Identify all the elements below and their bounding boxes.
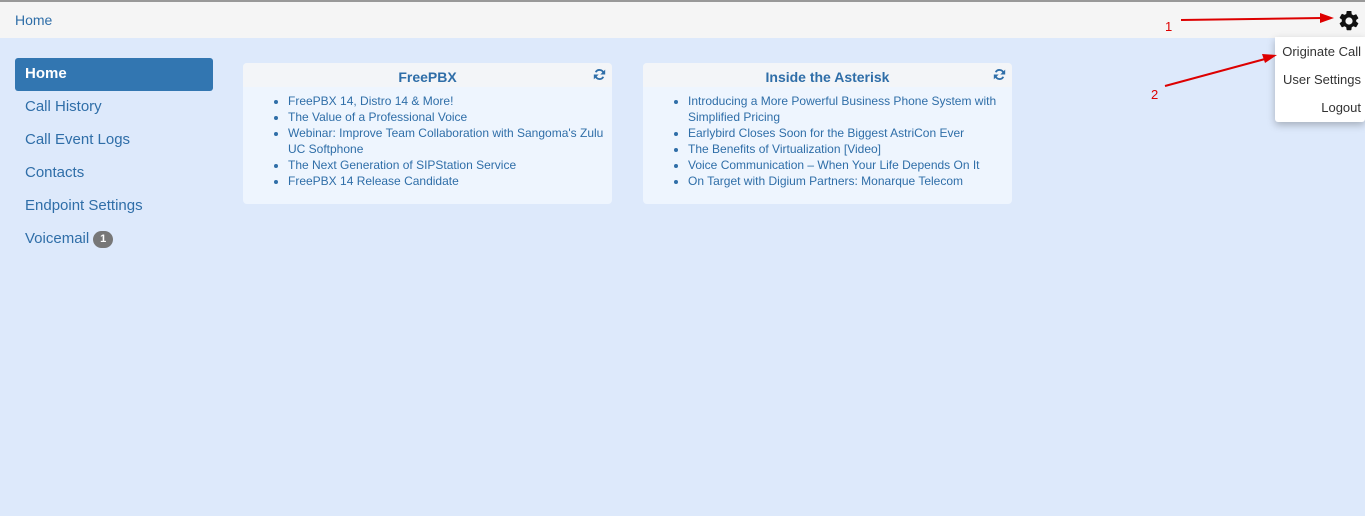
news-item: The Value of a Professional Voice	[288, 109, 606, 125]
news-link[interactable]: Earlybird Closes Soon for the Biggest As…	[688, 126, 964, 140]
sidebar-item-call-event-logs[interactable]: Call Event Logs	[15, 124, 213, 157]
sidebar-item-label: Home	[25, 65, 67, 82]
news-link[interactable]: On Target with Digium Partners: Monarque…	[688, 174, 963, 188]
news-link[interactable]: Voice Communication – When Your Life Dep…	[688, 158, 980, 172]
refresh-icon[interactable]	[993, 68, 1006, 81]
news-item: Introducing a More Powerful Business Pho…	[688, 93, 1006, 125]
settings-dropdown-menu: Originate Call User Settings Logout	[1275, 37, 1365, 122]
user-settings-menu-item[interactable]: User Settings	[1275, 66, 1365, 94]
voicemail-count-badge: 1	[93, 231, 114, 248]
annotation-label-2: 2	[1151, 87, 1159, 102]
logout-menu-item[interactable]: Logout	[1275, 94, 1365, 122]
news-link[interactable]: The Benefits of Virtualization [Video]	[688, 142, 881, 156]
sidebar-item-endpoint-settings[interactable]: Endpoint Settings	[15, 190, 213, 223]
sidebar-item-contacts[interactable]: Contacts	[15, 157, 213, 190]
news-item: FreePBX 14 Release Candidate	[288, 173, 606, 189]
news-link[interactable]: Webinar: Improve Team Collaboration with…	[288, 126, 603, 156]
panel-title: FreePBX	[398, 69, 457, 85]
sidebar-item-label: Call Event Logs	[25, 131, 131, 148]
sidebar-item-voicemail[interactable]: Voicemail 1	[15, 223, 213, 256]
sidebar-item-call-history[interactable]: Call History	[15, 91, 213, 124]
originate-call-menu-item[interactable]: Originate Call	[1275, 38, 1365, 66]
news-item: Webinar: Improve Team Collaboration with…	[288, 125, 606, 157]
news-item: Voice Communication – When Your Life Dep…	[688, 157, 1006, 173]
sidebar-item-label: Voicemail	[25, 230, 90, 247]
freepbx-news-panel: FreePBX FreePBX 14, Distro 14 & More! Th…	[243, 63, 612, 204]
panel-header: FreePBX	[243, 63, 612, 87]
breadcrumb-home[interactable]: Home	[15, 12, 52, 28]
news-item: On Target with Digium Partners: Monarque…	[688, 173, 1006, 189]
asterisk-news-panel: Inside the Asterisk Introducing a More P…	[643, 63, 1012, 204]
sidebar-nav: Home Call History Call Event Logs Contac…	[15, 58, 213, 256]
panel-title: Inside the Asterisk	[765, 69, 890, 85]
news-list: Introducing a More Powerful Business Pho…	[643, 93, 1012, 189]
panel-header: Inside the Asterisk	[643, 63, 1012, 87]
news-item: The Next Generation of SIPStation Servic…	[288, 157, 606, 173]
sidebar-item-label: Call History	[25, 98, 102, 115]
news-item: The Benefits of Virtualization [Video]	[688, 141, 1006, 157]
news-link[interactable]: The Value of a Professional Voice	[288, 110, 467, 124]
sidebar-item-home[interactable]: Home	[15, 58, 213, 91]
annotation-arrow-2	[1164, 58, 1266, 87]
sidebar-item-label: Endpoint Settings	[25, 197, 143, 214]
sidebar-item-label: Contacts	[25, 164, 85, 181]
refresh-icon[interactable]	[593, 68, 606, 81]
gear-icon[interactable]	[1337, 9, 1361, 33]
annotation-label-1: 1	[1165, 19, 1173, 34]
news-list: FreePBX 14, Distro 14 & More! The Value …	[243, 93, 612, 189]
news-item: FreePBX 14, Distro 14 & More!	[288, 93, 606, 109]
news-item: Earlybird Closes Soon for the Biggest As…	[688, 125, 1006, 141]
news-link[interactable]: FreePBX 14, Distro 14 & More!	[288, 94, 453, 108]
news-link[interactable]: FreePBX 14 Release Candidate	[288, 174, 459, 188]
top-bar: Home	[0, 0, 1365, 38]
news-link[interactable]: Introducing a More Powerful Business Pho…	[688, 94, 996, 124]
news-link[interactable]: The Next Generation of SIPStation Servic…	[288, 158, 516, 172]
